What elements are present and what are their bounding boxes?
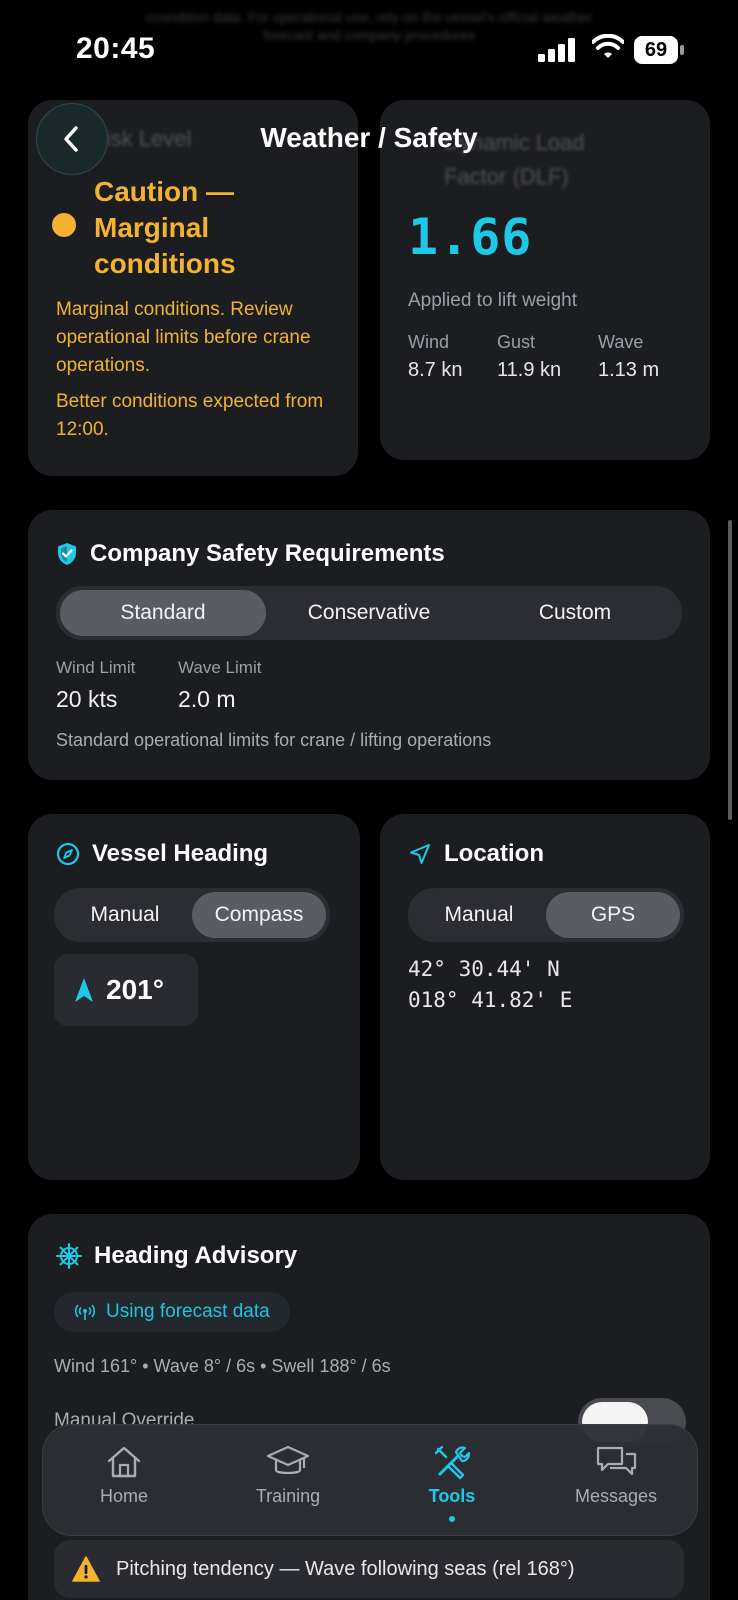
wifi-icon (592, 34, 624, 58)
heading-source-segmented-control: Manual Compass (54, 888, 330, 942)
safety-note: Standard operational limits for crane / … (56, 730, 492, 750)
graduation-cap-icon (266, 1445, 310, 1475)
helm-icon (56, 1243, 82, 1269)
risk-description: Marginal conditions. Review operational … (56, 299, 311, 376)
status-time: 20:45 (76, 32, 156, 65)
risk-outlook: Better conditions expected from 12:00. (56, 391, 324, 440)
segment-standard[interactable]: Standard (60, 590, 266, 636)
tab-messages[interactable]: Messages (534, 1424, 698, 1536)
segment-compass[interactable]: Compass (192, 892, 326, 938)
scrollbar[interactable] (728, 520, 732, 820)
tab-tools[interactable]: Tools (370, 1424, 534, 1536)
segment-custom[interactable]: Custom (472, 590, 678, 636)
wind-limit-value: 20 kts (56, 686, 118, 712)
latitude: 42° 30.44' N (408, 957, 560, 981)
compass-icon (56, 842, 80, 866)
advisory-heading: Heading Advisory (56, 1242, 297, 1270)
segment-gps[interactable]: GPS (546, 892, 680, 938)
location-source-segmented-control: Manual GPS (408, 888, 684, 942)
tab-label: Training (255, 1486, 321, 1506)
tab-home[interactable]: Home (42, 1424, 206, 1536)
tab-training[interactable]: Training (206, 1424, 370, 1536)
dlf-caption: Applied to lift weight (408, 290, 577, 311)
advisory-title: Heading Advisory (94, 1242, 298, 1269)
safety-heading: Company Safety Requirements (56, 540, 445, 568)
vessel-heading-card: Vessel Heading Manual Compass 201° (28, 814, 360, 1180)
messages-icon (596, 1446, 637, 1476)
dlf-stat-value: 1.13 m (598, 359, 660, 381)
dlf-stat-wave: Wave 1.13 m (598, 332, 659, 382)
dlf-stat-value: 8.7 kn (408, 359, 463, 381)
location-card: Location Manual GPS 42° 30.44' N 018° 41… (380, 814, 710, 1180)
wind-limit-label: Wind Limit (56, 658, 136, 677)
advisory-conditions: Wind 161° • Wave 8° / 6s • Swell 188° / … (54, 1356, 391, 1376)
dlf-stat-label: Wind (408, 332, 450, 352)
segment-manual[interactable]: Manual (412, 892, 546, 938)
broadcast-icon (74, 1304, 96, 1320)
risk-status-title: Caution — Marginal conditions (94, 176, 236, 279)
dlf-stat-wind: Wind 8.7 kn (408, 332, 462, 382)
dlf-stat-gust: Gust 11.9 kn (497, 332, 561, 382)
dlf-stat-label: Wave (598, 332, 644, 352)
dlf-stat-label: Gust (497, 332, 536, 352)
tab-label: Home (99, 1486, 148, 1506)
tools-icon (434, 1445, 471, 1480)
heading-value: 201° (106, 974, 164, 1005)
status-bar: 20:45 69 (0, 0, 738, 90)
navigation-header: Weather / Safety (0, 100, 738, 180)
safety-profile-segmented-control: Standard Conservative Custom (56, 586, 682, 640)
battery-tip (680, 45, 684, 55)
wave-limit-label: Wave Limit (178, 658, 262, 677)
forecast-source-label: Using forecast data (106, 1301, 270, 1322)
tab-bar: Home Training Tools Messages (42, 1424, 698, 1536)
segment-conservative[interactable]: Conservative (266, 590, 472, 636)
warning-icon (72, 1556, 100, 1582)
heading-arrow-icon (75, 978, 93, 1002)
battery-level: 69 (634, 36, 678, 64)
vessel-heading-heading: Vessel Heading (56, 840, 268, 868)
shield-icon (58, 543, 76, 565)
advisory-warning: Pitching tendency — Wave following seas … (54, 1540, 684, 1598)
active-tab-indicator (449, 1516, 455, 1522)
location-heading: Location (408, 840, 544, 868)
dlf-value: 1.66 (408, 208, 533, 266)
warning-text: Pitching tendency — Wave following seas … (116, 1557, 575, 1580)
risk-status-dot (52, 213, 76, 237)
safety-title: Company Safety Requirements (90, 540, 445, 567)
forecast-source-badge: Using forecast data (54, 1292, 290, 1332)
vessel-heading-title: Vessel Heading (92, 840, 269, 867)
location-title: Location (444, 840, 544, 867)
segment-manual[interactable]: Manual (58, 892, 192, 938)
longitude: 018° 41.82' E (408, 988, 573, 1012)
safety-requirements-card: Company Safety Requirements Standard Con… (28, 510, 710, 780)
page-title: Weather / Safety (260, 122, 478, 153)
navigation-icon (410, 844, 430, 864)
heading-readout: 201° (54, 954, 198, 1026)
home-icon (107, 1446, 141, 1478)
cellular-signal-icon (538, 38, 575, 62)
dlf-stat-value: 11.9 kn (497, 359, 562, 381)
wave-limit-value: 2.0 m (178, 686, 236, 712)
battery-icon: 69 (634, 36, 684, 64)
tab-label: Messages (574, 1486, 658, 1506)
tab-label: Tools (428, 1486, 476, 1506)
coordinates: 42° 30.44' N 018° 41.82' E (408, 954, 572, 1016)
